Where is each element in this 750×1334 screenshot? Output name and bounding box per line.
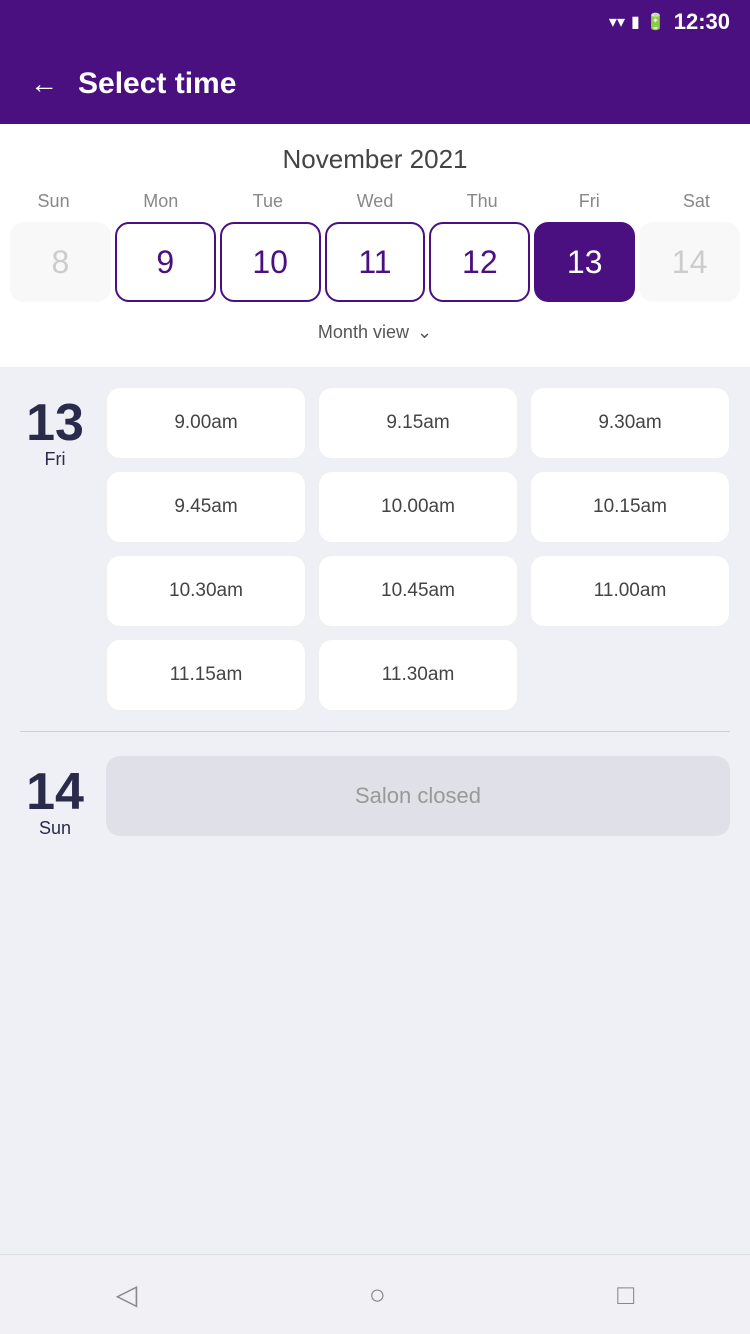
back-button[interactable]: ← (30, 68, 58, 100)
weekday-fri: Fri (536, 191, 643, 212)
time-slot-1000[interactable]: 10.00am (318, 471, 518, 543)
time-slot-1100[interactable]: 11.00am (530, 555, 730, 627)
wifi-icon: ▾▾ (609, 12, 625, 32)
time-slots-section: 13 Fri 9.00am 9.15am 9.30am 9.45am 10.00… (0, 367, 750, 1254)
day-number-13: 13 (26, 397, 84, 449)
day-cell-12[interactable]: 12 (429, 222, 530, 302)
day-block-14: 14 Sun Salon closed (20, 756, 730, 839)
month-view-toggle[interactable]: Month view ⌄ (0, 312, 750, 357)
salon-closed-block: Salon closed (106, 756, 730, 836)
day-name-13: Fri (45, 449, 66, 470)
weekdays-row: Sun Mon Tue Wed Thu Fri Sat (0, 191, 750, 212)
weekday-wed: Wed (321, 191, 428, 212)
day-block-13: 13 Fri 9.00am 9.15am 9.30am 9.45am 10.00… (20, 387, 730, 711)
month-title: November 2021 (0, 144, 750, 175)
month-view-label: Month view (318, 322, 409, 343)
weekday-tue: Tue (214, 191, 321, 212)
day-cell-11[interactable]: 11 (325, 222, 426, 302)
day-name-14: Sun (39, 818, 71, 839)
header: ← Select time (0, 44, 750, 124)
nav-back-button[interactable]: ◁ (116, 1278, 138, 1311)
salon-closed-label: Salon closed (355, 783, 481, 809)
battery-icon: 🔋 (646, 12, 666, 32)
day-number-block-13: 13 Fri (20, 387, 90, 711)
time-slot-1015[interactable]: 10.15am (530, 471, 730, 543)
weekday-sat: Sat (643, 191, 750, 212)
time-slot-1030[interactable]: 10.30am (106, 555, 306, 627)
weekday-mon: Mon (107, 191, 214, 212)
day-cell-8: 8 (10, 222, 111, 302)
time-slot-1115[interactable]: 11.15am (106, 639, 306, 711)
day-cell-10[interactable]: 10 (220, 222, 321, 302)
day-cell-13[interactable]: 13 (534, 222, 635, 302)
status-icons: ▾▾ ▮ 🔋 (609, 12, 666, 32)
day-number-14: 14 (26, 766, 84, 818)
day-cell-14: 14 (639, 222, 740, 302)
day-number-block-14: 14 Sun (20, 756, 90, 839)
chevron-down-icon: ⌄ (417, 322, 432, 343)
time-grid-13: 9.00am 9.15am 9.30am 9.45am 10.00am 10.1… (106, 387, 730, 711)
signal-icon: ▮ (631, 12, 640, 32)
day-separator (20, 731, 730, 732)
status-time: 12:30 (674, 9, 730, 35)
time-slot-930[interactable]: 9.30am (530, 387, 730, 459)
nav-recent-button[interactable]: □ (617, 1279, 634, 1311)
weekday-thu: Thu (429, 191, 536, 212)
time-slot-1045[interactable]: 10.45am (318, 555, 518, 627)
days-row: 8 9 10 11 12 13 14 (0, 222, 750, 302)
time-slot-915[interactable]: 9.15am (318, 387, 518, 459)
status-bar: ▾▾ ▮ 🔋 12:30 (0, 0, 750, 44)
time-slot-900[interactable]: 9.00am (106, 387, 306, 459)
nav-home-button[interactable]: ○ (369, 1279, 386, 1311)
calendar-section: November 2021 Sun Mon Tue Wed Thu Fri Sa… (0, 124, 750, 367)
time-slot-1130[interactable]: 11.30am (318, 639, 518, 711)
bottom-nav: ◁ ○ □ (0, 1254, 750, 1334)
weekday-sun: Sun (0, 191, 107, 212)
day-cell-9[interactable]: 9 (115, 222, 216, 302)
time-slot-945[interactable]: 9.45am (106, 471, 306, 543)
page-title: Select time (78, 67, 236, 101)
